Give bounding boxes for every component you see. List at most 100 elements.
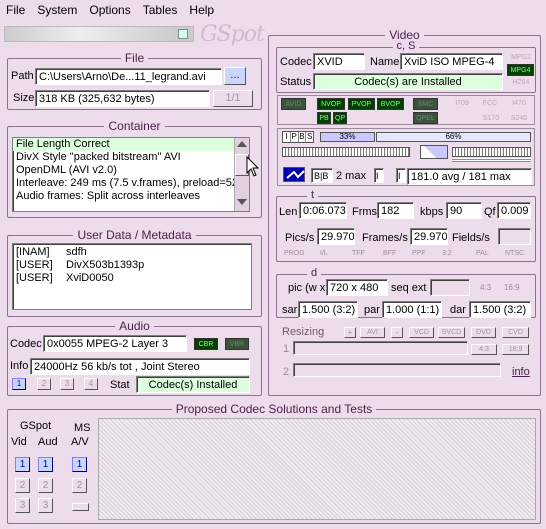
menu-file[interactable]: File	[0, 3, 31, 17]
resizing-label: Resizing	[282, 326, 325, 338]
pulldown-bff: BFF	[383, 250, 397, 257]
audio-stream-tab-4[interactable]: 4	[84, 378, 98, 390]
s170-flag: S170	[482, 115, 500, 122]
page-indicator[interactable]: 1/1	[213, 90, 253, 107]
userdata-list[interactable]: [INAM] sdfh [USER] DivX503b1393p [USER] Xvi…	[12, 243, 252, 310]
ms-test-1-button[interactable]: 1	[72, 457, 87, 472]
qf-label: Qf	[484, 206, 496, 218]
vid-test-1-button[interactable]: 1	[15, 457, 30, 472]
list-item[interactable]: Audio frames: Split across interleaves	[13, 190, 249, 203]
len-field: 0:06.073	[299, 202, 347, 219]
cbr-flag: CBR	[194, 338, 218, 350]
container-list[interactable]: File Length Correct DivX Style "packed b…	[12, 137, 250, 212]
ms-test-3-button[interactable]	[72, 503, 89, 511]
scroll-down-arrow-icon[interactable]	[237, 199, 247, 205]
ratio-169-button[interactable]: 16:9	[502, 344, 529, 355]
kbps-label: kbps	[420, 206, 444, 218]
sar-field: 1.500 (3:2)	[298, 301, 358, 318]
frame-ratio-bar-2: 66%	[376, 132, 531, 142]
bvop-flag: BVOP	[377, 98, 404, 110]
list-item[interactable]: [INAM] sdfh	[13, 246, 251, 259]
menu-tables[interactable]: Tables	[137, 3, 184, 17]
list-item[interactable]: File Length Correct	[13, 138, 249, 151]
list-item[interactable]: DivX Style "packed bitstream" AVI	[13, 151, 249, 164]
mpg4-flag: MPG4	[507, 64, 534, 76]
d-label: d	[307, 267, 322, 279]
resize-plus-button[interactable]: +	[344, 327, 356, 338]
gspot-label: GSpot	[20, 420, 52, 432]
video-status-label: Status	[280, 76, 312, 88]
scroll-up-arrow-icon[interactable]	[237, 141, 247, 147]
menu-help[interactable]: Help	[183, 3, 220, 17]
resize-row-1-label: 1	[283, 343, 290, 355]
pct2-text: 66%	[445, 132, 462, 141]
app-logo: GSpot	[200, 22, 265, 47]
ipbs-p: P	[291, 132, 299, 142]
resize-row-1-field	[293, 341, 468, 355]
mpg2-flag: MPG2	[511, 54, 531, 61]
resize-vcd-button[interactable]: VCD	[409, 327, 434, 338]
ipbs-indicator: I P B S	[282, 131, 314, 143]
list-item[interactable]: [USER] DivX503b1393p	[13, 259, 251, 272]
qf-field: 0.009	[497, 202, 531, 219]
list-item[interactable]: [USER] XviD0050	[13, 272, 251, 285]
aud-test-1-button[interactable]: 1	[38, 457, 53, 472]
video-codec-field: XVID	[313, 53, 365, 70]
resize-cvd-button[interactable]: CVD	[502, 327, 529, 338]
audio-codec-field: 0x0055 MPEG-2 Layer 3	[43, 335, 187, 352]
resize-minus-button[interactable]: -	[391, 327, 403, 338]
audio-stat-label: Stat	[110, 379, 130, 391]
qp-flag: QP	[333, 112, 347, 124]
avid-flag: AVID	[281, 98, 306, 110]
list-item[interactable]: OpenDML (AVI v2.0)	[13, 164, 249, 177]
pulldown-prog: PROG	[284, 250, 305, 257]
meta-value: sdfh	[66, 246, 87, 258]
video-name-field: XviD ISO MPEG-4	[400, 53, 503, 70]
frms-field: 182	[377, 202, 414, 219]
audio-stream-tab-1[interactable]: 1	[12, 378, 26, 390]
i-frames-indicator-2: I	[396, 168, 406, 183]
browse-button[interactable]: ...	[224, 67, 246, 85]
aud-label: Aud	[38, 436, 58, 448]
menu-system[interactable]: System	[31, 3, 83, 17]
resize-avi-button[interactable]: AVI	[360, 327, 385, 338]
qpel-flag: QPEL	[413, 112, 438, 124]
aud-test-3-button[interactable]: 3	[38, 498, 53, 513]
audio-stream-tab-2[interactable]: 2	[37, 378, 51, 390]
resize-svcd-button[interactable]: SVCD	[438, 327, 465, 338]
fields-field	[498, 228, 531, 245]
dar-label: dar	[450, 304, 466, 316]
ms-test-2-button[interactable]: 2	[72, 478, 87, 493]
frms-label: Frms	[352, 206, 378, 218]
ratio-43-button[interactable]: 4:3	[471, 344, 497, 355]
s240-flag: S240	[510, 115, 528, 122]
par-label: par	[364, 304, 380, 316]
toolbar-strip	[4, 26, 194, 42]
frames-field: 29.970	[410, 228, 448, 245]
t-label: t	[307, 189, 319, 201]
info-link[interactable]: info	[512, 366, 530, 378]
pulldown-tff: TFF	[352, 250, 365, 257]
path-field[interactable]: C:\Users\Arno\De...11_legrand.avi	[35, 68, 222, 85]
resize-row-2-label: 2	[283, 366, 290, 378]
fields-label: Fields/s	[452, 232, 490, 244]
meta-value: DivX503b1393p	[66, 259, 145, 271]
i470-flag: I470	[512, 100, 526, 107]
menu-options[interactable]: Options	[83, 3, 136, 17]
i709-flag: I709	[455, 100, 469, 107]
toolbar-checkbox[interactable]	[178, 29, 188, 39]
audio-stream-tab-3[interactable]: 3	[60, 378, 74, 390]
proposed-solutions-panel	[98, 418, 536, 520]
video-vs-icon[interactable]	[283, 167, 305, 182]
aud-test-2-button[interactable]: 2	[38, 478, 53, 493]
resize-dvd-button[interactable]: DVD	[471, 327, 496, 338]
list-item[interactable]: Interleave: 249 ms (7.5 v.frames), prelo…	[13, 177, 249, 190]
sar-label: sar	[282, 304, 298, 316]
size-label: Size	[13, 92, 35, 104]
vid-test-2-button[interactable]: 2	[15, 478, 30, 493]
vid-test-3-button[interactable]: 3	[15, 498, 30, 513]
userdata-group-title: User Data / Metadata	[73, 228, 196, 242]
par-field: 1.000 (1:1)	[382, 301, 442, 318]
vid-label: Vid	[11, 436, 27, 448]
size-field: 318 KB (325,632 bytes)	[35, 90, 210, 107]
